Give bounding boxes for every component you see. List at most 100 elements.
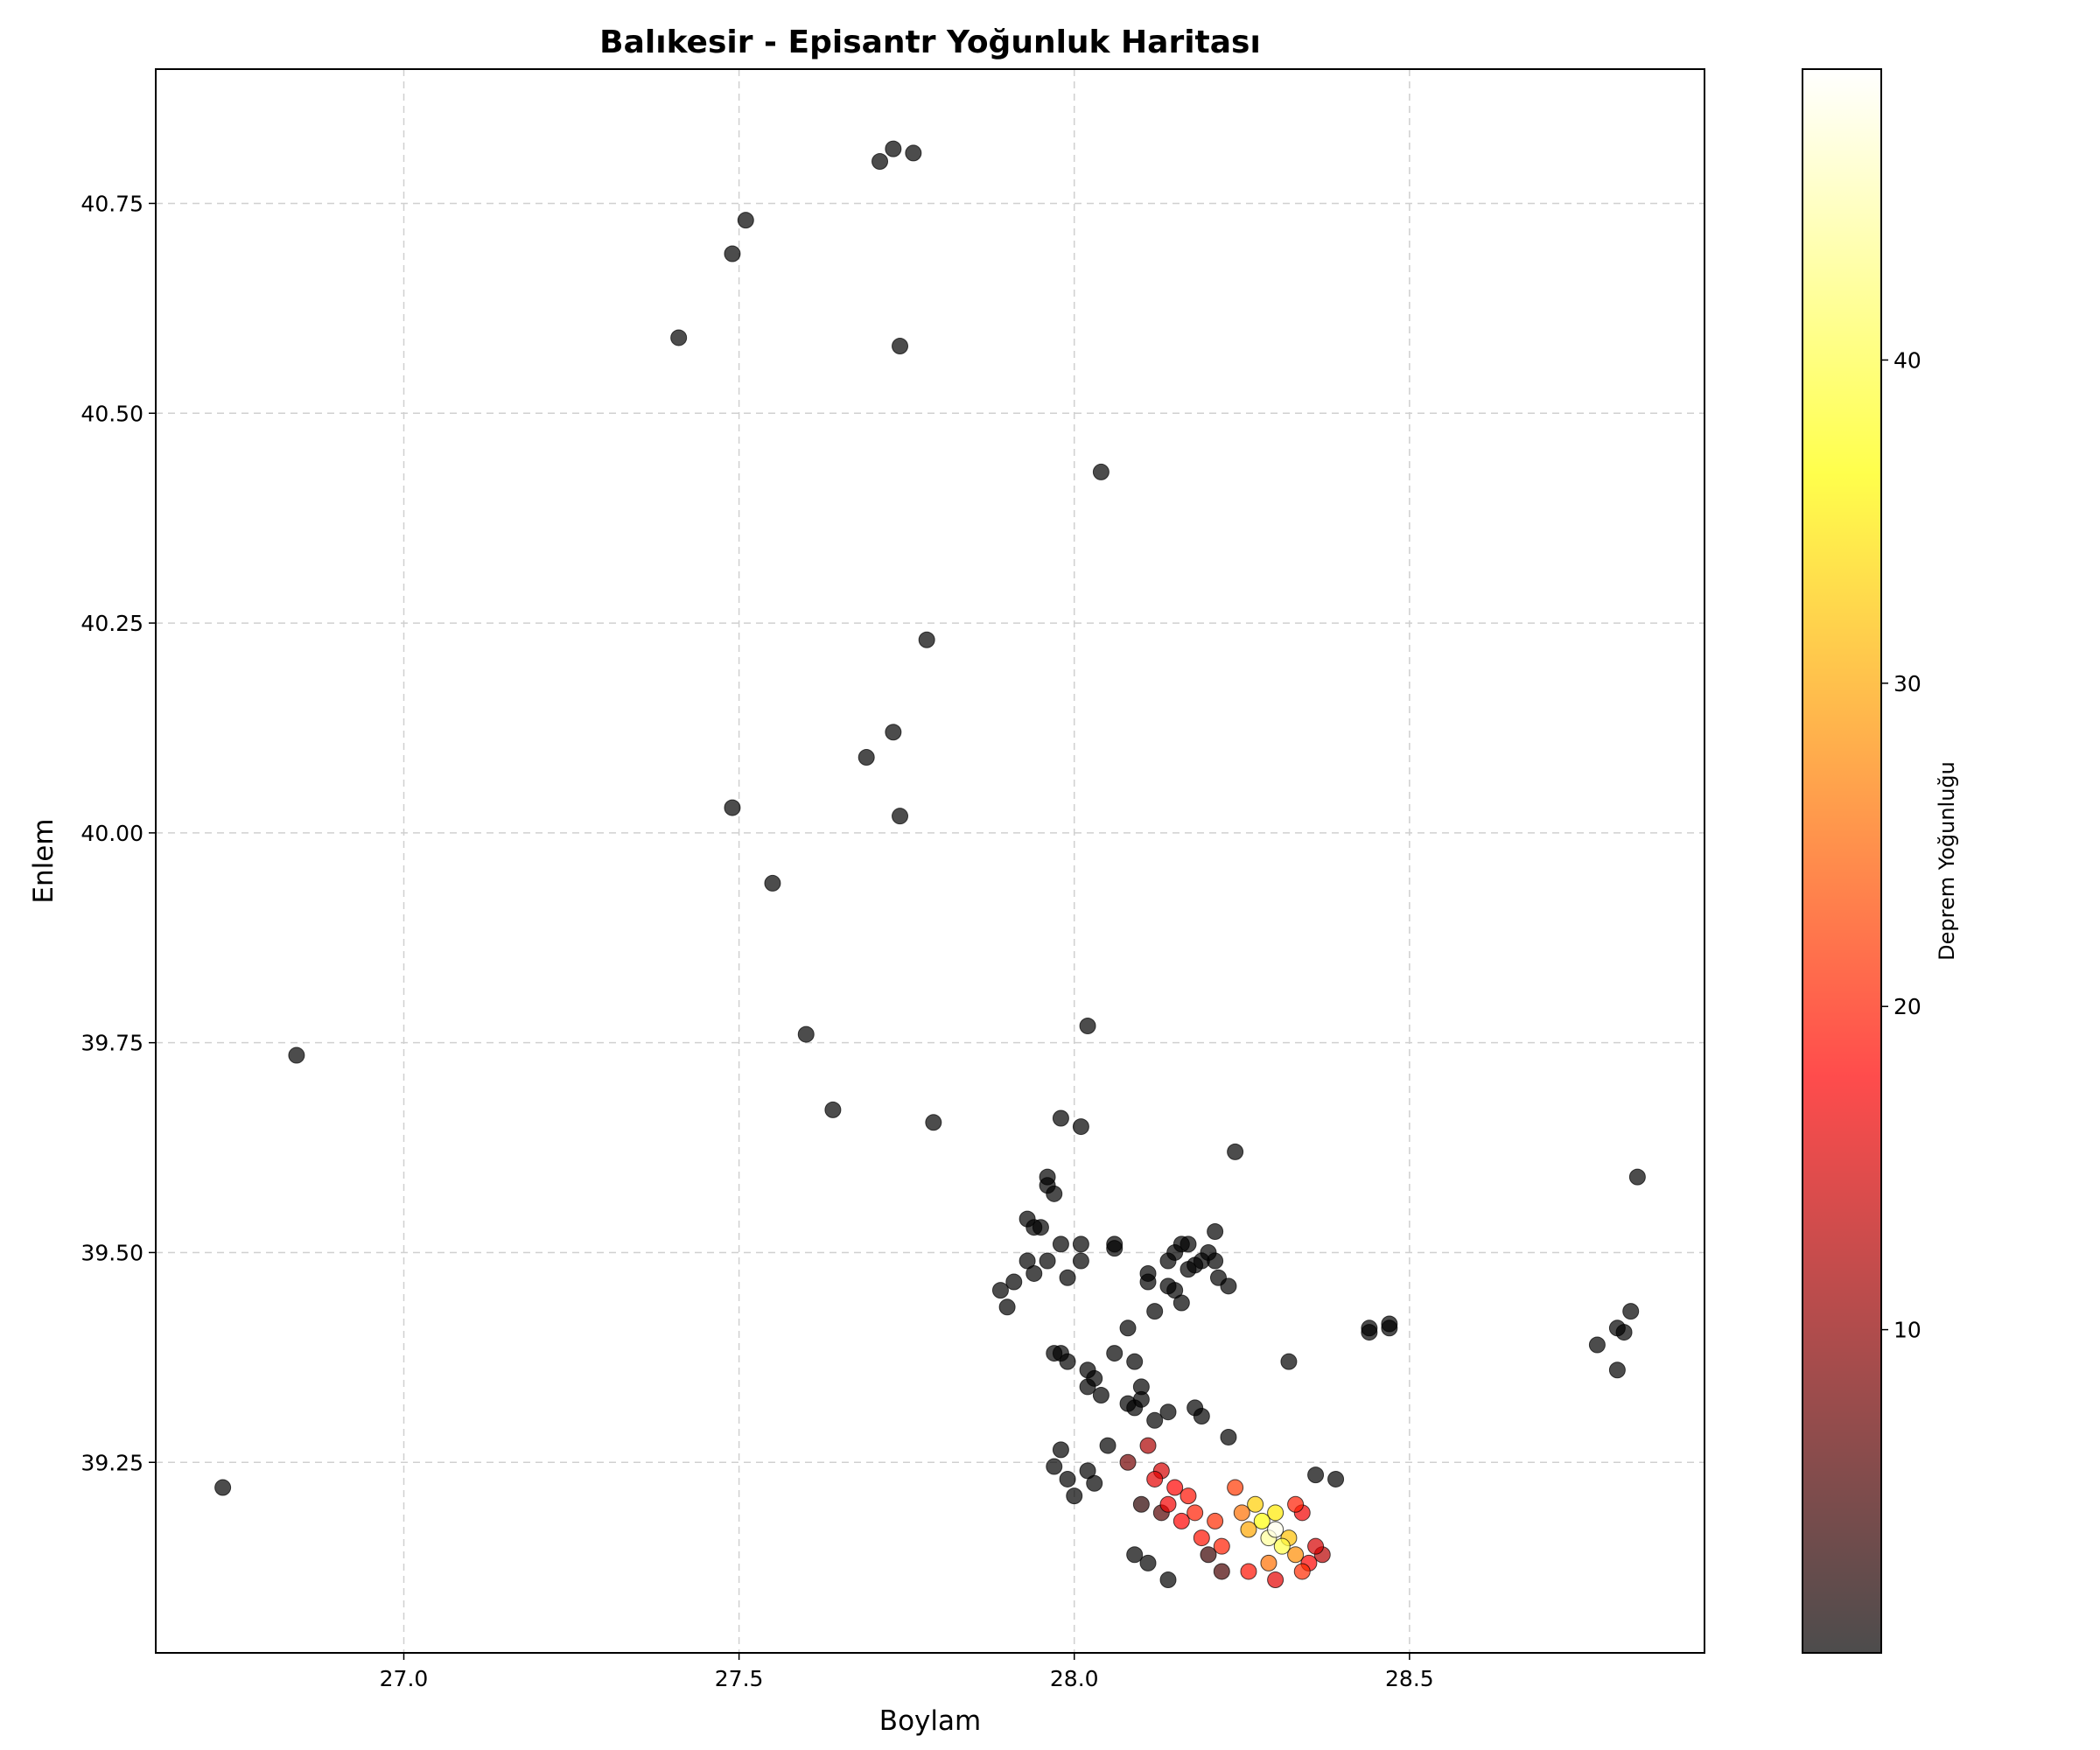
data-point	[1086, 1474, 1103, 1492]
data-point	[998, 1298, 1016, 1316]
data-point	[1307, 1466, 1325, 1484]
data-point	[214, 1479, 232, 1496]
data-point	[1052, 1236, 1069, 1253]
data-point	[1227, 1479, 1244, 1496]
data-point	[1079, 1378, 1096, 1396]
colorbar-label: Deprem Yoğunluğu	[1935, 761, 1959, 961]
data-point	[1026, 1264, 1043, 1282]
data-point	[1146, 1470, 1164, 1488]
data-point	[1092, 1387, 1110, 1404]
data-point	[1220, 1278, 1237, 1295]
data-point	[1361, 1324, 1378, 1341]
data-point	[1072, 1236, 1089, 1253]
data-point	[1193, 1408, 1210, 1425]
data-point	[1253, 1512, 1270, 1530]
data-point	[1280, 1353, 1298, 1370]
data-point	[1193, 1530, 1210, 1547]
data-point	[724, 245, 741, 262]
data-point	[1273, 1537, 1291, 1555]
data-point	[724, 799, 741, 816]
data-point	[1119, 1320, 1137, 1337]
data-point	[1046, 1458, 1063, 1475]
data-point	[1039, 1252, 1056, 1270]
data-point	[1327, 1470, 1345, 1488]
data-point	[1628, 1168, 1646, 1186]
data-point	[1213, 1537, 1230, 1555]
data-point	[1139, 1273, 1157, 1291]
scatter-chart: 27.0 27.5 28.0 28.5 39.25 39.50 39.75 40.00 40.…	[0, 0, 2100, 1750]
data-point	[925, 1114, 942, 1131]
colorbar-tick-label: 40	[1894, 347, 1922, 373]
data-point	[1267, 1521, 1284, 1538]
data-point	[1381, 1320, 1398, 1337]
data-point	[1059, 1353, 1076, 1370]
data-point	[1159, 1404, 1177, 1421]
data-point	[918, 631, 935, 648]
data-point	[1139, 1554, 1157, 1572]
data-point	[1146, 1411, 1164, 1429]
data-point	[1079, 1017, 1096, 1034]
data-point	[1059, 1470, 1076, 1488]
data-point	[288, 1046, 305, 1064]
chart-title: Balıkesir - Episantr Yoğunluk Haritası	[599, 24, 1261, 60]
colorbar-tick-label: 10	[1894, 1318, 1922, 1343]
data-point	[1240, 1563, 1257, 1580]
data-point	[764, 874, 781, 892]
data-point	[1099, 1437, 1116, 1454]
y-tick-label: 39.25	[80, 1450, 144, 1475]
y-axis-label: Enlem	[28, 818, 60, 903]
data-point	[1172, 1294, 1190, 1312]
data-point	[1180, 1236, 1197, 1253]
y-tick-label: 39.75	[80, 1031, 144, 1056]
colorbar-tick-label: 20	[1894, 994, 1922, 1019]
data-point	[1092, 463, 1110, 480]
data-point	[1293, 1563, 1311, 1580]
data-point	[1146, 1303, 1164, 1320]
x-tick-label: 27.5	[715, 1666, 764, 1691]
data-point	[1126, 1353, 1144, 1370]
data-point	[1132, 1495, 1150, 1513]
data-point	[1052, 1441, 1069, 1459]
data-point	[1159, 1495, 1177, 1513]
data-point	[1615, 1324, 1633, 1341]
data-point	[892, 808, 909, 825]
y-tick-label: 40.00	[80, 821, 144, 846]
data-point	[1005, 1273, 1023, 1291]
x-tick-label: 27.0	[380, 1666, 429, 1691]
data-point	[1119, 1453, 1137, 1471]
data-point	[797, 1026, 815, 1043]
data-point	[1227, 1143, 1244, 1160]
data-point	[1622, 1303, 1640, 1320]
data-point	[1233, 1504, 1250, 1522]
y-tick-label: 40.50	[80, 401, 144, 426]
data-point	[1608, 1362, 1626, 1379]
data-point	[1180, 1488, 1197, 1505]
data-point	[1172, 1512, 1190, 1530]
data-point	[1247, 1495, 1264, 1513]
data-point	[1207, 1252, 1224, 1270]
data-point	[885, 140, 902, 158]
data-point	[1260, 1554, 1278, 1572]
data-point	[1046, 1185, 1063, 1202]
data-point	[1220, 1428, 1237, 1446]
colorbar-tick-label: 30	[1894, 671, 1922, 696]
data-point	[670, 329, 688, 346]
chart-background	[0, 0, 2100, 1750]
data-point	[991, 1282, 1009, 1299]
data-point	[1213, 1563, 1230, 1580]
data-point	[1307, 1537, 1325, 1555]
colorbar	[1802, 69, 1881, 1653]
data-point	[1207, 1222, 1224, 1240]
y-tick-label: 40.25	[80, 611, 144, 636]
data-point	[1287, 1546, 1305, 1564]
data-point	[1106, 1345, 1124, 1362]
data-point	[1139, 1437, 1157, 1454]
data-point	[1032, 1219, 1049, 1236]
data-point	[1126, 1546, 1144, 1564]
data-point	[1207, 1512, 1224, 1530]
data-point	[1186, 1504, 1204, 1522]
y-tick-label: 39.50	[80, 1240, 144, 1265]
data-point	[1052, 1110, 1069, 1127]
data-point	[892, 338, 909, 355]
data-point	[737, 212, 754, 229]
